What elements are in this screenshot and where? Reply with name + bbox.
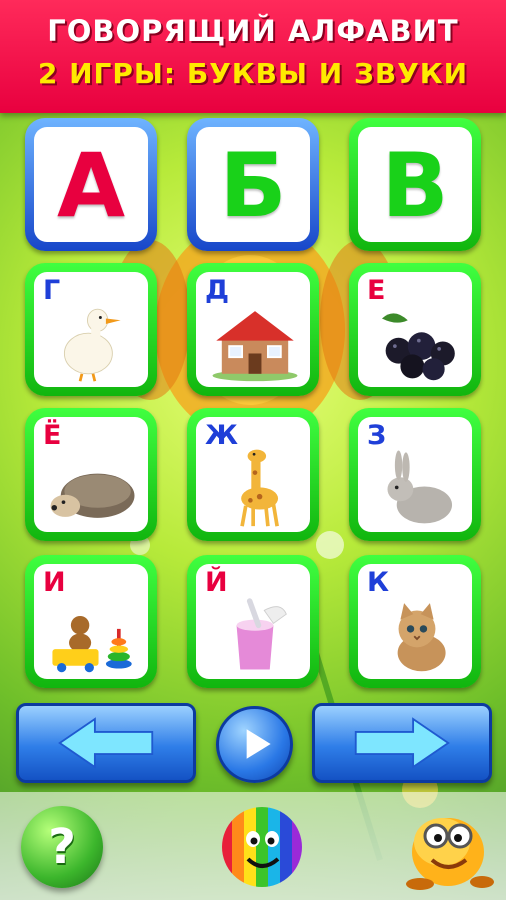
smiley-mascot-icon[interactable] [396,796,500,896]
letter-tile-v[interactable]: В [349,118,481,251]
header-banner: ГОВОРЯЩИЙ АЛФАВИТ 2 ИГРЫ: БУКВЫ И ЗВУКИ [0,0,506,113]
letter-tile-b[interactable]: Б [187,118,319,251]
letter-tile-zh[interactable]: Ж [187,408,319,541]
prev-button[interactable] [16,703,196,783]
letter-tile-ye[interactable]: Е [349,263,481,396]
play-button[interactable] [216,706,293,783]
giraffe-icon [206,445,304,528]
hedgehog-icon [44,445,142,528]
letter-tile-a[interactable]: А [25,118,157,251]
toys-icon [44,592,142,675]
duck-icon [44,300,142,383]
kitten-icon [368,592,466,675]
blackberry-icon [368,300,466,383]
arrow-left-icon [58,717,154,769]
letter-tile-z[interactable]: З [349,408,481,541]
tile-letter: А [56,134,126,237]
letter-tile-k[interactable]: К [349,555,481,688]
rainbow-ball-icon[interactable] [220,803,304,893]
arrow-right-icon [354,717,450,769]
help-button[interactable]: ? [21,806,103,888]
letter-tile-g[interactable]: Г [25,263,157,396]
app-subtitle: 2 ИГРЫ: БУКВЫ И ЗВУКИ [37,57,469,90]
letter-tile-i[interactable]: И [25,555,157,688]
help-icon: ? [48,819,76,875]
house-icon [206,300,304,383]
letter-tile-d[interactable]: Д [187,263,319,396]
app-title: ГОВОРЯЩИЙ АЛФАВИТ [47,14,459,48]
letter-tile-yo[interactable]: Ё [25,408,157,541]
yogurt-icon [206,592,304,675]
next-button[interactable] [312,703,492,783]
letter-tile-y-kratkoye[interactable]: Й [187,555,319,688]
tile-letter: В [381,134,449,237]
tile-letter: Б [219,134,287,237]
rabbit-icon [368,445,466,528]
play-icon [246,729,271,759]
